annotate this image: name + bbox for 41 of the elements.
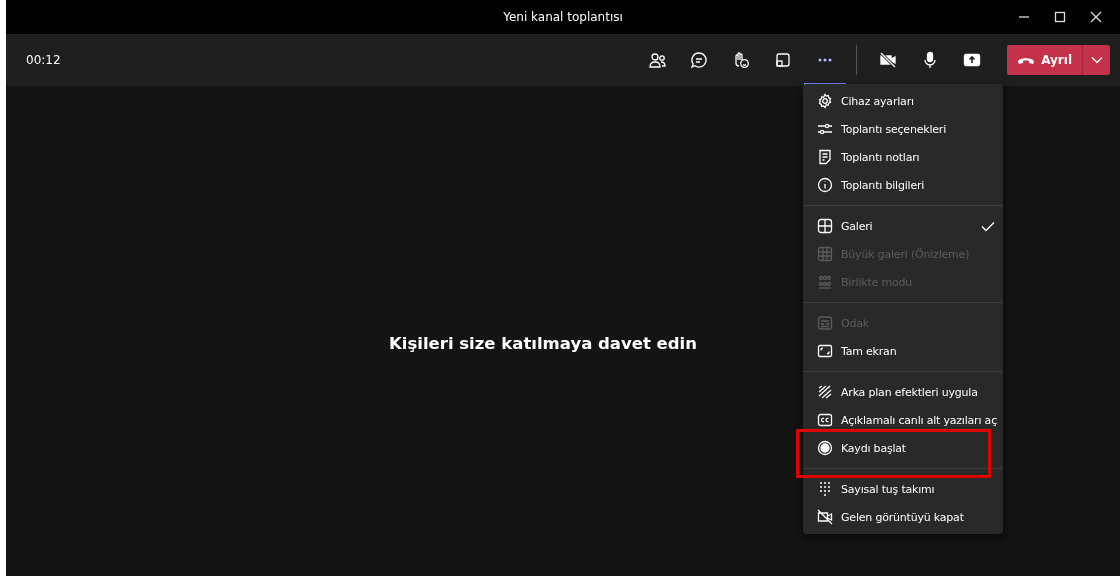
leave-button[interactable]: Ayrıl [1007,45,1082,75]
captions-icon [817,412,833,428]
menu-item[interactable]: Toplantı seçenekleri [803,115,1003,143]
menu-item[interactable]: Cihaz ayarları [803,87,1003,115]
leave-options-button[interactable] [1082,45,1110,75]
video-off-icon [817,509,833,525]
group-icon [817,274,833,290]
fullscreen-icon [817,343,833,359]
menu-item[interactable]: Açıklamalı canlı alt yazıları aç [803,406,1003,434]
notes-icon [817,149,833,165]
gear-icon [817,93,833,109]
menu-item[interactable]: Galeri [803,212,1003,240]
menu-item[interactable]: Kaydı başlat [803,434,1003,462]
menu-item[interactable]: Arka plan efektleri uygula [803,378,1003,406]
close-icon [1090,11,1102,23]
menu-item[interactable]: Tam ekran [803,337,1003,365]
sliders-icon [817,121,833,137]
invite-message: Kişileri size katılmaya davet edin [389,333,697,353]
background-effects-icon [817,384,833,400]
info-icon [817,177,833,193]
menu-item[interactable]: Toplantı bilgileri [803,171,1003,199]
raised-hand-icon [732,51,751,69]
menu-item[interactable]: Sayısal tuş takımı [803,475,1003,503]
menu-item[interactable]: Toplantı notları [803,143,1003,171]
chat-icon [690,51,709,69]
dial-pad-icon [817,481,833,497]
camera-off-icon [879,51,898,69]
people-icon [648,51,667,69]
record-icon [817,440,833,456]
layout-icon [817,315,833,331]
menu-item[interactable]: Gelen görüntüyü kapat [803,503,1003,531]
share-screen-icon [963,51,982,69]
window-title: Yeni kanal toplantısı [503,10,623,24]
maximize-icon [1054,11,1066,23]
chevron-down-icon [1090,56,1103,64]
more-icon [818,58,833,62]
grid-icon [817,218,833,234]
phone-hang-up-icon [1017,55,1036,65]
large-grid-icon [817,246,833,262]
window-icon [774,51,793,69]
call-timer: 00:12 [26,53,61,67]
